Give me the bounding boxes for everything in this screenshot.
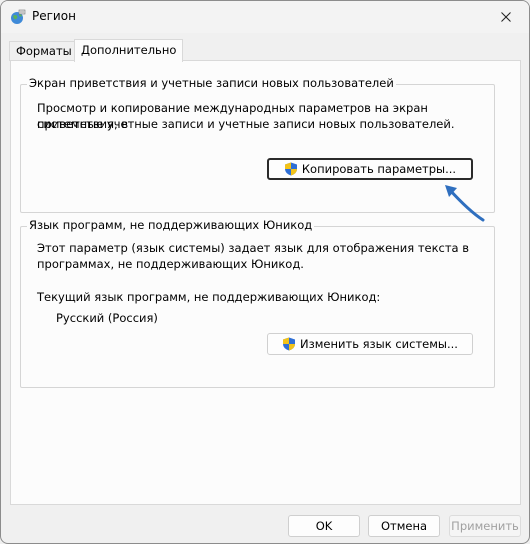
globe-icon xyxy=(11,9,26,24)
change-system-locale-button[interactable]: Изменить язык системы... xyxy=(267,333,473,355)
nonunicode-language-group: Язык программ, не поддерживающих Юникод … xyxy=(20,218,495,388)
welcome-description-line2: системные учетные записи и учетные запис… xyxy=(37,117,455,131)
welcome-screen-group: Экран приветствия и учетные записи новых… xyxy=(20,76,495,213)
close-button[interactable] xyxy=(483,1,529,33)
window-title: Регион xyxy=(32,9,76,23)
nonunicode-description-line2: программах, не поддерживающих Юникод. xyxy=(37,257,304,271)
tab-advanced[interactable]: Дополнительно xyxy=(74,39,184,62)
change-system-locale-label: Изменить язык системы... xyxy=(300,337,458,351)
tab-panel-advanced: Экран приветствия и учетные записи новых… xyxy=(10,60,521,505)
copy-settings-button[interactable]: Копировать параметры... xyxy=(267,158,473,180)
current-language-value: Русский (Россия) xyxy=(56,311,158,325)
close-icon xyxy=(501,12,511,22)
current-language-label: Текущий язык программ, не поддерживающих… xyxy=(37,290,381,304)
region-dialog: Регион Форматы Дополнительно Экран приве… xyxy=(0,0,530,544)
nonunicode-description-line1: Этот параметр (язык системы) задает язык… xyxy=(37,241,470,255)
welcome-group-title: Экран приветствия и учетные записи новых… xyxy=(27,76,396,90)
cancel-button[interactable]: Отмена xyxy=(368,515,440,537)
title-bar: Регион xyxy=(1,1,529,33)
apply-button[interactable]: Применить xyxy=(449,515,521,537)
copy-settings-label: Копировать параметры... xyxy=(301,162,457,176)
tab-formats[interactable]: Форматы xyxy=(9,41,79,61)
ok-button[interactable]: OK xyxy=(288,515,360,537)
uac-shield-icon xyxy=(283,337,296,351)
nonunicode-group-title: Язык программ, не поддерживающих Юникод xyxy=(27,218,315,232)
uac-shield-icon xyxy=(284,162,297,176)
